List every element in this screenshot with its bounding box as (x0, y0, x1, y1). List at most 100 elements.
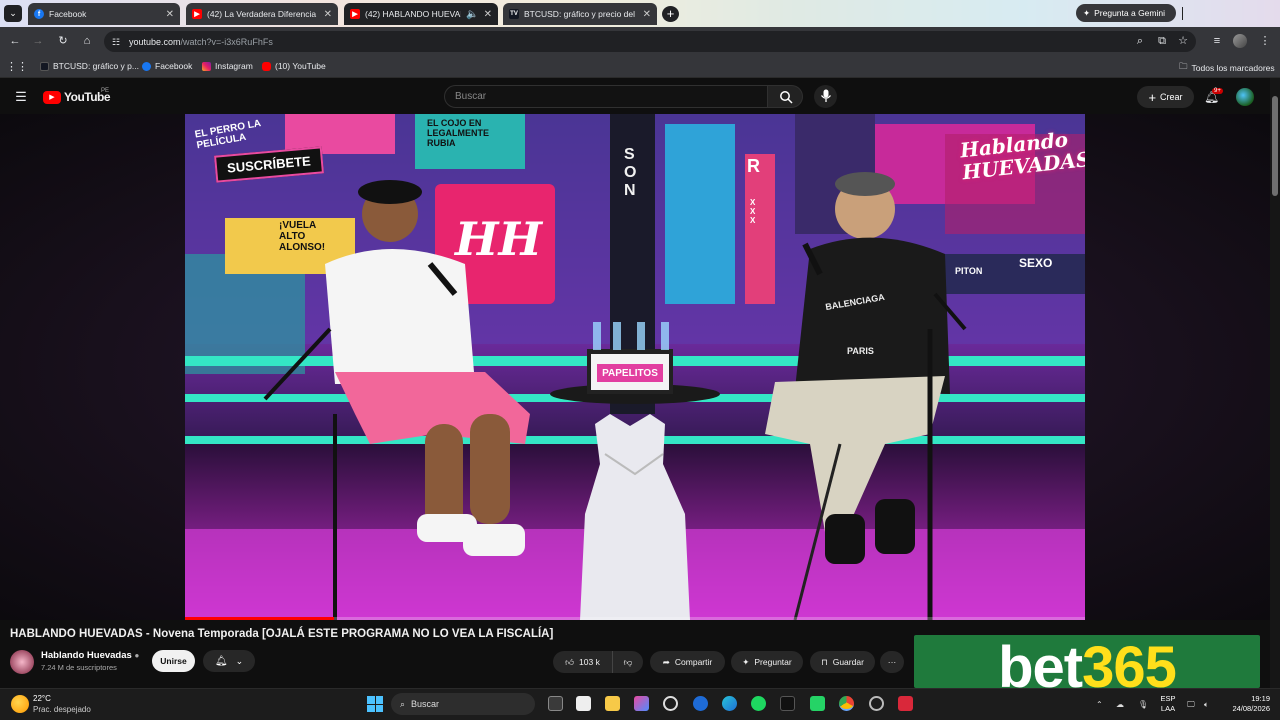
scene-text-cojo: EL COJO EN LEGALMENTE RUBIA (427, 118, 489, 148)
install-app-icon[interactable]: ⧉ (1155, 34, 1169, 48)
hamburger-menu-icon[interactable]: ☰ (14, 90, 28, 104)
bell-icon: 🔔︎ (214, 655, 228, 667)
sparkle-icon: ✦ (742, 656, 750, 667)
like-button[interactable]: 👍︎ 103 k (553, 651, 612, 673)
join-button[interactable]: Unirse (152, 650, 195, 672)
all-bookmarks[interactable]: 🗀 Todos los marcadores (1179, 61, 1275, 75)
subscription-bell-button[interactable]: 🔔︎ ⌄ (203, 650, 255, 672)
notification-count-badge: 9+ (1212, 88, 1223, 94)
apps-icon[interactable]: ⋮⋮ (6, 60, 28, 74)
gemini-button[interactable]: ✦ Pregunta a Gemini (1076, 4, 1176, 22)
search-input[interactable]: Buscar (444, 85, 768, 108)
file-explorer-icon[interactable] (605, 696, 620, 711)
apple-tv-icon[interactable] (780, 696, 795, 711)
temperature: 22°C (33, 694, 51, 703)
microphone-icon[interactable]: 🎙︎ (1138, 700, 1148, 709)
app-icon[interactable] (869, 696, 884, 711)
youtube-icon (262, 61, 271, 71)
search-icon: ⌕ (400, 698, 406, 709)
taskbar-search[interactable]: ⌕ Buscar (391, 693, 535, 715)
profile-avatar[interactable] (1233, 34, 1247, 48)
tray-overflow-icon[interactable]: ⌃ (1096, 700, 1103, 709)
bookmark-youtube[interactable]: (10) YouTube (262, 61, 326, 71)
subscriber-count: 7.24 M de suscriptores (41, 663, 117, 672)
share-button[interactable]: ➦ Compartir (650, 651, 725, 673)
bookmark-instagram[interactable]: Instagram (202, 61, 253, 71)
copilot-icon[interactable] (634, 696, 649, 711)
back-icon[interactable]: ← (8, 34, 22, 48)
whatsapp-icon[interactable] (810, 696, 825, 711)
cloud-icon[interactable]: ☁ (1116, 700, 1124, 709)
volume-icon[interactable]: 🔈︎ (1204, 700, 1209, 710)
url-text[interactable]: youtube.com/watch?v=-i3x6RuFhFs (129, 37, 273, 47)
video-progress-fill (185, 617, 334, 620)
account-avatar[interactable] (1236, 88, 1254, 106)
video-progress-bar[interactable] (185, 617, 1085, 620)
scene-text-r: R (747, 156, 760, 176)
new-tab-button[interactable]: + (662, 6, 679, 22)
bet365-ad[interactable]: bet365 (914, 635, 1260, 688)
close-tab-icon[interactable]: ✕ (324, 9, 332, 20)
close-tab-icon[interactable]: ✕ (643, 9, 651, 20)
close-tab-icon[interactable]: ✕ (484, 9, 492, 20)
divider (1182, 7, 1183, 20)
search-button[interactable] (767, 85, 803, 108)
menu-icon[interactable]: ⋮ (1258, 34, 1272, 48)
voice-search-button[interactable] (814, 85, 837, 108)
scene-text-shirt2: PARIS (847, 346, 874, 356)
channel-name[interactable]: Hablando Huevadas ● (41, 650, 139, 661)
save-button[interactable]: ⊓ Guardar (810, 651, 875, 673)
scene-text-sexo: SEXO (1019, 256, 1053, 270)
youtube-logo[interactable]: ▶ YouTube (43, 90, 111, 104)
more-actions-button[interactable]: ··· (880, 651, 904, 673)
ask-button[interactable]: ✦ Preguntar (731, 651, 803, 673)
calculator-icon[interactable] (576, 696, 591, 711)
weather-icon[interactable] (11, 695, 29, 713)
site-info-icon[interactable]: ☷ (109, 35, 123, 49)
share-icon: ➦ (662, 656, 670, 667)
chrome-icon[interactable] (839, 696, 854, 711)
language-indicator[interactable]: ESP LAA (1160, 694, 1176, 714)
app-c-icon[interactable] (693, 696, 708, 711)
media-control-icon[interactable]: ≡ (1210, 34, 1224, 48)
scene-text-piton: PITON (955, 266, 983, 276)
forward-icon[interactable]: → (31, 34, 45, 48)
start-button[interactable] (367, 696, 383, 712)
bookmark-star-icon[interactable]: ☆ (1176, 34, 1190, 48)
scene-text-brand: Hablando HUEVADAS (958, 127, 1085, 185)
close-tab-icon[interactable]: ✕ (166, 9, 174, 20)
bookmark-facebook[interactable]: Facebook (142, 61, 192, 71)
scrollbar-thumb[interactable] (1272, 96, 1278, 196)
facebook-icon (142, 61, 151, 71)
tab-facebook[interactable]: f Facebook ✕ (28, 3, 180, 25)
app-red-icon[interactable] (898, 696, 913, 711)
scene-text-xxx: XXX (750, 198, 756, 225)
facebook-icon: f (34, 9, 44, 19)
video-player[interactable]: SUSCRÍBETE EL PERRO LA PELÍCULA EL COJO … (185, 114, 1085, 620)
edge-icon[interactable] (722, 696, 737, 711)
search-icon (780, 91, 793, 104)
youtube-play-icon: ▶ (43, 90, 61, 104)
clock[interactable]: 19:19 24/08/2026 (1226, 694, 1270, 714)
spotify-icon[interactable] (751, 696, 766, 711)
dislike-button[interactable]: 👎︎ (612, 651, 643, 673)
video-title: HABLANDO HUEVADAS - Novena Temporada [OJ… (10, 628, 554, 640)
chatgpt-icon[interactable] (663, 696, 678, 711)
tab-btcusd[interactable]: TV BTCUSD: gráfico y precio del Bi ✕ (503, 3, 657, 25)
zoom-icon[interactable]: ⌕ (1133, 34, 1147, 48)
tab-search-button[interactable]: ⌄ (4, 5, 22, 22)
task-view-icon[interactable] (548, 696, 563, 711)
region-code: PE (101, 88, 110, 94)
tab-hablando-huevadas[interactable]: ▶ (42) HABLANDO HUEVADA 🔈 ✕ (344, 3, 498, 25)
audio-playing-icon[interactable]: 🔈 (466, 9, 478, 20)
folder-icon: 🗀 (1179, 61, 1188, 71)
reload-icon[interactable]: ↻ (56, 34, 70, 48)
tab-la-verdadera[interactable]: ▶ (42) La Verdadera Diferencia E ✕ (186, 3, 338, 25)
scene-text-vertical: SON (624, 146, 637, 199)
create-button[interactable]: + Crear (1137, 86, 1194, 108)
network-icon[interactable]: 🖵︎ (1187, 700, 1195, 710)
microphone-icon (820, 89, 832, 102)
bookmark-btcusd[interactable]: BTCUSD: gráfico y p... (40, 61, 139, 71)
home-icon[interactable]: ⌂ (80, 34, 94, 48)
channel-avatar[interactable] (10, 650, 34, 674)
